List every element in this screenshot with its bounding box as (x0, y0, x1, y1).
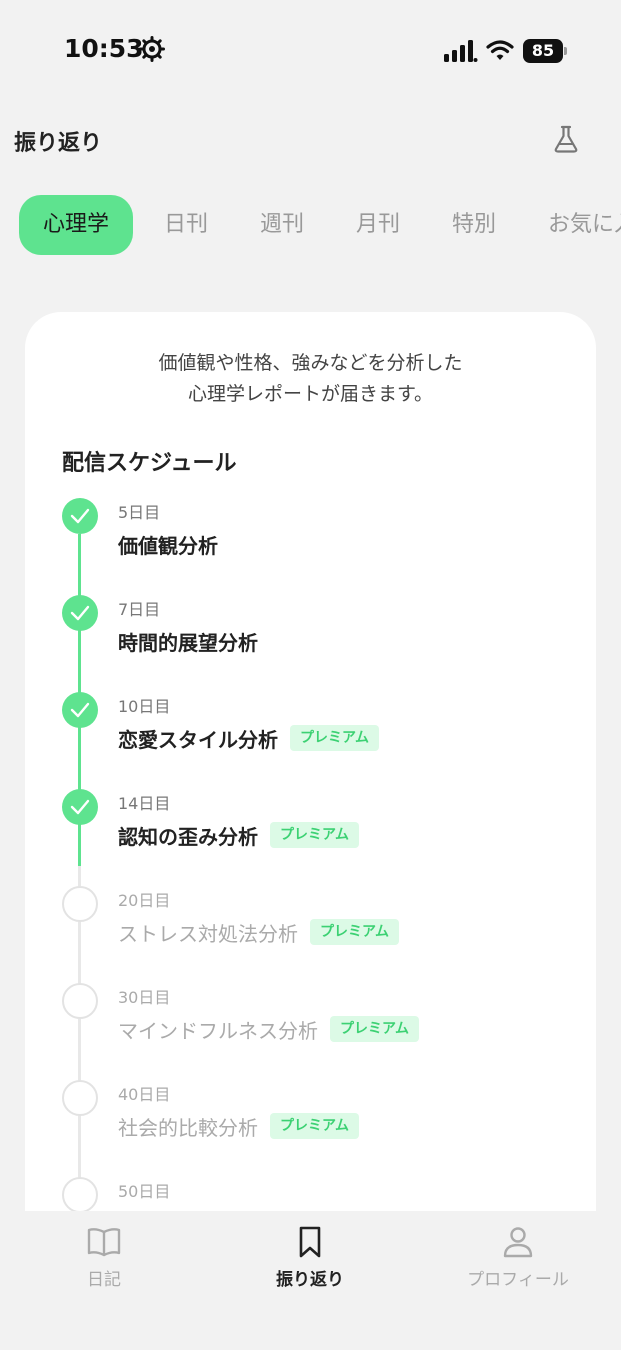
bottom-nav: 日記 振り返り プロフィール (0, 1211, 621, 1350)
tab-special[interactable]: 特別 (452, 195, 496, 255)
status-dot (62, 1080, 98, 1116)
person-icon (503, 1227, 533, 1258)
item-title-row: ストレス対処法分析 プレミアム (118, 917, 400, 947)
tab-psychology[interactable]: 心理学 (19, 195, 134, 255)
item-title-row: 恋愛スタイル分析 プレミアム (118, 723, 380, 753)
premium-badge: プレミアム (270, 822, 360, 848)
item-day: 20日目 (118, 891, 171, 910)
schedule-item[interactable]: 30日目 マインドフルネス分析 プレミアム (25, 983, 596, 1080)
item-day: 5日目 (118, 503, 161, 522)
nav-profile[interactable]: プロフィール (448, 1225, 588, 1295)
nav-review[interactable]: 振り返り (240, 1225, 380, 1295)
item-title: ストレス対処法分析 (118, 921, 298, 946)
premium-badge: プレミアム (330, 1016, 420, 1042)
item-title-row: マインドフルネス分析 プレミアム (118, 1014, 420, 1044)
item-day: 14日目 (118, 794, 171, 813)
item-title: 価値観分析 (118, 533, 218, 558)
item-title-row: 価値観分析 (118, 529, 218, 559)
check-icon (70, 702, 90, 718)
item-title: 社会的比較分析 (118, 1115, 258, 1140)
premium-badge: プレミアム (290, 725, 380, 751)
schedule-item[interactable]: 5日目 価値観分析 (25, 498, 596, 595)
battery-level: 85 (523, 39, 563, 63)
tab-monthly[interactable]: 月刊 (356, 195, 400, 255)
tab-favorites[interactable]: お気に入 (548, 195, 621, 255)
tab-daily[interactable]: 日刊 (164, 195, 208, 255)
status-time: 10:53 (64, 34, 144, 63)
schedule-title: 配信スケジュール (62, 451, 237, 476)
item-day: 40日目 (118, 1085, 171, 1104)
schedule-item[interactable]: 40日目 社会的比較分析 プレミアム (25, 1080, 596, 1177)
tab-weekly[interactable]: 週刊 (260, 195, 304, 255)
status-dot (62, 1177, 98, 1213)
bookmark-icon (299, 1226, 321, 1258)
nav-diary-label: 日記 (87, 1270, 121, 1290)
page-title: 振り返り (14, 131, 103, 156)
item-title-row: 認知の歪み分析 プレミアム (118, 820, 360, 850)
schedule-card: 価値観や性格、強みなどを分析した 心理学レポートが届きます。 配信スケジュール … (25, 312, 596, 1312)
status-dot (62, 983, 98, 1019)
premium-badge: プレミアム (270, 1113, 360, 1139)
status-dot (62, 886, 98, 922)
status-dot (62, 692, 98, 728)
item-title: 認知の歪み分析 (118, 824, 258, 849)
premium-badge: プレミアム (310, 919, 400, 945)
item-title-row: 社会的比較分析 プレミアム (118, 1111, 360, 1141)
item-title: マインドフルネス分析 (118, 1018, 318, 1043)
item-day: 30日目 (118, 988, 171, 1007)
signal-icon (444, 40, 478, 62)
card-description: 価値観や性格、強みなどを分析した 心理学レポートが届きます。 (25, 348, 596, 410)
check-icon (70, 508, 90, 524)
schedule-item[interactable]: 10日目 恋愛スタイル分析 プレミアム (25, 692, 596, 789)
status-dot (62, 595, 98, 631)
schedule-item[interactable]: 7日目 時間的展望分析 (25, 595, 596, 692)
item-title: 恋愛スタイル分析 (118, 727, 278, 752)
status-bar: 10:53 85 (0, 0, 621, 100)
item-title: 時間的展望分析 (118, 630, 258, 655)
nav-diary[interactable]: 日記 (34, 1225, 174, 1295)
check-icon (70, 799, 90, 815)
battery-icon: 85 (523, 39, 567, 63)
item-day: 10日目 (118, 697, 171, 716)
card-description-line-2: 心理学レポートが届きます。 (187, 383, 434, 405)
item-day: 50日目 (118, 1182, 171, 1201)
status-dot (62, 789, 98, 825)
gear-icon (139, 36, 165, 62)
item-title-row: 時間的展望分析 (118, 626, 258, 656)
card-description-line-1: 価値観や性格、強みなどを分析した (158, 352, 463, 374)
check-icon (70, 605, 90, 621)
category-tabs: 心理学 日刊 週刊 月刊 特別 お気に入 (0, 192, 621, 258)
wifi-icon (486, 40, 514, 60)
item-day: 7日目 (118, 600, 161, 619)
schedule-item[interactable]: 20日目 ストレス対処法分析 プレミアム (25, 886, 596, 983)
battery-tip (564, 47, 567, 55)
schedule-item[interactable]: 14日目 認知の歪み分析 プレミアム (25, 789, 596, 886)
nav-profile-label: プロフィール (467, 1270, 569, 1290)
flask-icon[interactable] (550, 123, 582, 155)
nav-review-label: 振り返り (276, 1270, 344, 1290)
book-icon (87, 1228, 121, 1257)
status-dot (62, 498, 98, 534)
